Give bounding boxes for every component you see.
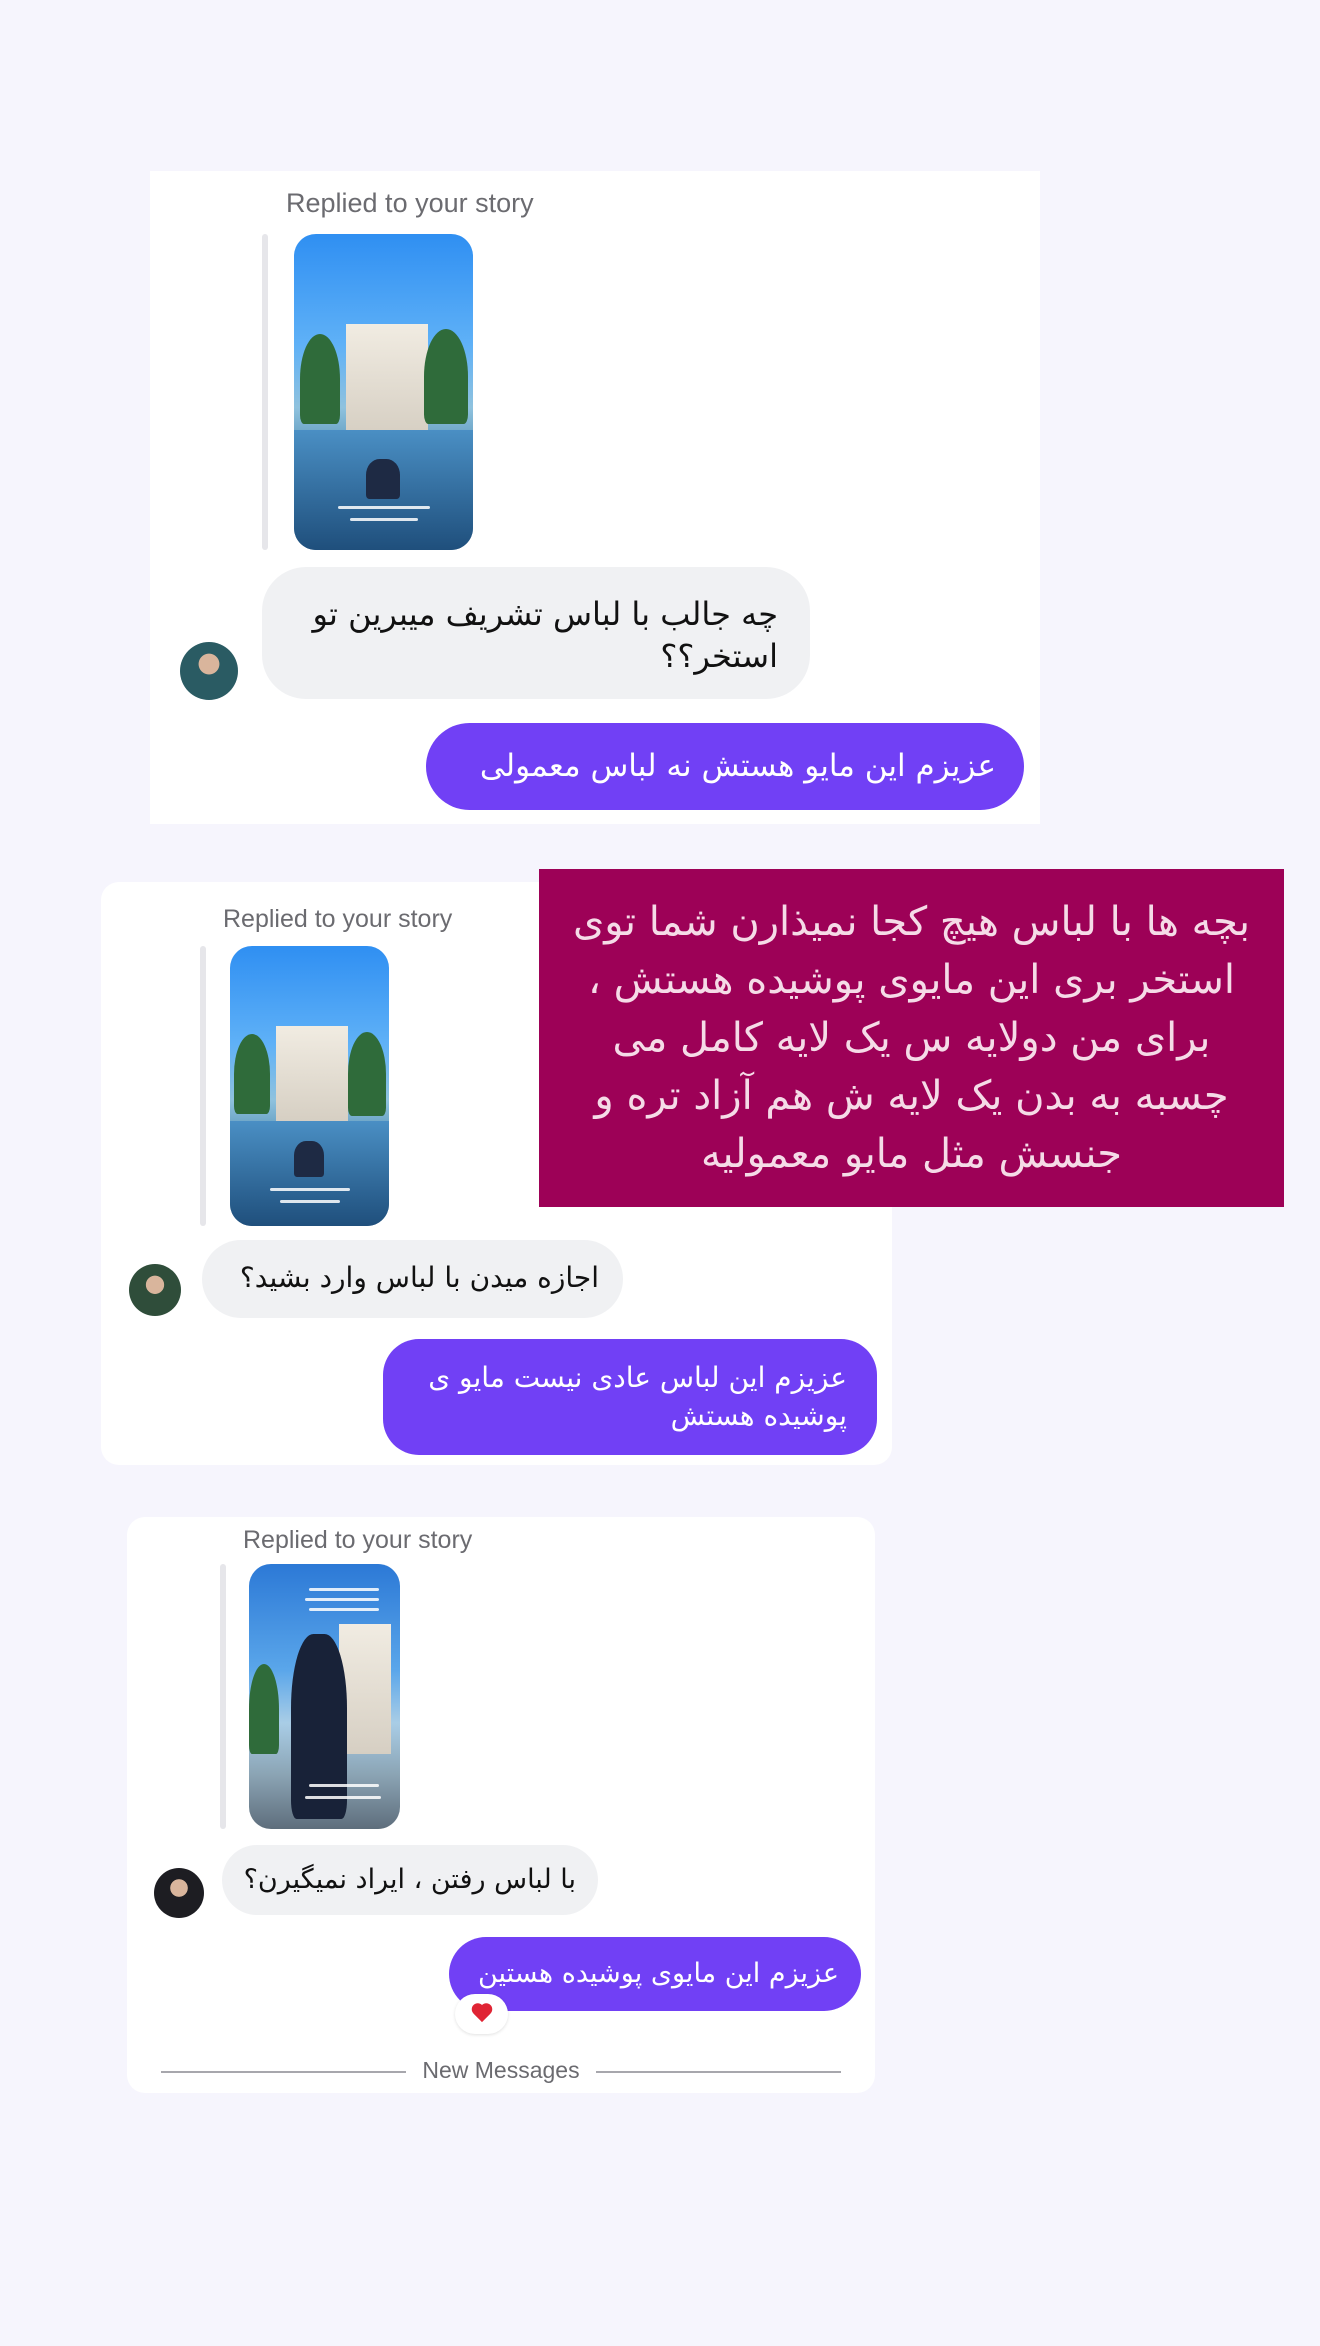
story-caption	[338, 506, 430, 509]
replied-to-story-label: Replied to your story	[243, 1526, 473, 1554]
story-caption	[305, 1796, 381, 1799]
story-building	[346, 324, 428, 434]
story-person	[294, 1141, 324, 1177]
incoming-message: با لباس رفتن ، ایراد نمیگیرن؟	[222, 1845, 598, 1915]
story-thumbnail[interactable]	[230, 946, 389, 1226]
sender-avatar[interactable]	[154, 1868, 204, 1918]
new-messages-divider: New Messages	[422, 2057, 580, 2083]
story-palm	[249, 1664, 279, 1754]
incoming-message: اجازه میدن با لباس وارد بشید؟	[202, 1240, 623, 1318]
story-reply-bar	[262, 234, 268, 550]
replied-to-story-label: Replied to your story	[286, 188, 534, 218]
replied-to-story-label: Replied to your story	[223, 905, 453, 933]
outgoing-message: عزیزم این لباس عادی نیست مایو ی پوشیده ه…	[383, 1339, 877, 1455]
outgoing-message: عزیزم این مایو هستش نه لباس معمولی	[426, 723, 1024, 810]
story-caption	[309, 1608, 379, 1611]
story-palm	[424, 329, 468, 424]
story-caption	[350, 518, 418, 521]
divider-line	[161, 2071, 406, 2073]
sender-avatar[interactable]	[129, 1264, 181, 1316]
story-caption	[309, 1588, 379, 1591]
incoming-message: چه جالب با لباس تشریف میبرین تو استخر؟؟	[262, 567, 810, 699]
story-palm	[348, 1032, 386, 1116]
story-person	[366, 459, 400, 499]
divider-line	[596, 2071, 841, 2073]
story-building	[276, 1026, 348, 1121]
story-reply-bar	[200, 946, 206, 1226]
story-thumbnail[interactable]	[294, 234, 473, 550]
story-palm	[300, 334, 340, 424]
story-caption	[280, 1200, 340, 1203]
message-reaction[interactable]	[455, 1994, 508, 2034]
heart-icon	[471, 2004, 493, 2024]
sender-avatar[interactable]	[180, 642, 238, 700]
story-caption	[309, 1784, 379, 1787]
story-caption	[270, 1188, 350, 1191]
story-caption	[305, 1598, 379, 1601]
story-palm	[234, 1034, 270, 1114]
story-reply-bar	[220, 1564, 226, 1829]
story-thumbnail[interactable]	[249, 1564, 400, 1829]
overlay-annotation: بچه ها با لباس هیچ کجا نمیذارن شما توی ا…	[539, 869, 1284, 1207]
story-person	[291, 1634, 347, 1819]
outgoing-message: عزیزم این مایوی پوشیده هستین	[449, 1937, 861, 2011]
